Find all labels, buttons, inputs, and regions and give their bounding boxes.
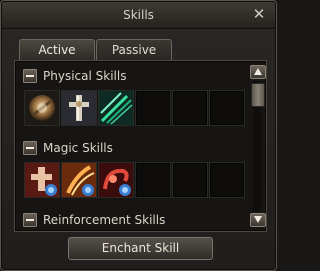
section-magic-skills: Magic Skills — [23, 140, 113, 156]
skill-slot[interactable] — [24, 90, 60, 126]
collapse-magic-button[interactable] — [23, 140, 37, 155]
window-title: Skills — [123, 8, 154, 22]
red-cross-skill-icon — [25, 163, 59, 197]
empty-skill-slot[interactable] — [209, 162, 245, 198]
enchant-skill-button[interactable]: Enchant Skill — [68, 237, 213, 260]
skills-window: Skills ✕ Active Passive Physical Skills — [0, 0, 277, 271]
section-label: Reinforcement Skills — [43, 213, 166, 227]
scrollbar[interactable] — [249, 65, 266, 227]
tab-active[interactable]: Active — [19, 39, 95, 60]
arrow-up-icon — [254, 68, 262, 75]
collapse-physical-button[interactable] — [23, 68, 37, 83]
empty-skill-slot[interactable] — [209, 90, 245, 126]
section-label: Magic Skills — [43, 141, 113, 155]
arrow-down-icon — [254, 216, 262, 223]
skill-slot[interactable] — [61, 162, 97, 198]
section-reinforcement-skills: Reinforcement Skills — [23, 212, 165, 228]
title-bar[interactable]: Skills ✕ — [2, 2, 275, 29]
skill-slot[interactable] — [98, 90, 134, 126]
empty-skill-slot[interactable] — [172, 162, 208, 198]
holy-cross-skill-icon — [62, 91, 96, 125]
skill-slot[interactable] — [61, 90, 97, 126]
section-physical-skills: Physical Skills — [23, 68, 126, 84]
magic-skill-slots — [24, 162, 246, 200]
tab-passive[interactable]: Passive — [96, 39, 172, 60]
section-label: Physical Skills — [43, 69, 127, 83]
empty-skill-slot[interactable] — [172, 90, 208, 126]
skill-slot[interactable] — [98, 162, 134, 198]
skill-slot[interactable] — [24, 162, 60, 198]
empty-skill-slot[interactable] — [135, 162, 171, 198]
fire-hand-skill-icon — [62, 163, 96, 197]
empty-skill-slot[interactable] — [135, 90, 171, 126]
red-swirl-skill-icon — [99, 163, 133, 197]
scroll-thumb[interactable] — [251, 83, 265, 107]
scroll-down-button[interactable] — [250, 213, 266, 227]
collapse-reinforcement-button[interactable] — [23, 212, 37, 227]
bronze-orb-skill-icon — [25, 91, 59, 125]
scroll-up-button[interactable] — [250, 65, 266, 79]
skills-list-panel: Physical Skills Magic Skills Reinforceme… — [14, 60, 267, 232]
physical-skill-slots — [24, 90, 246, 128]
green-claw-skill-icon — [99, 91, 133, 125]
close-button[interactable]: ✕ — [251, 5, 267, 23]
